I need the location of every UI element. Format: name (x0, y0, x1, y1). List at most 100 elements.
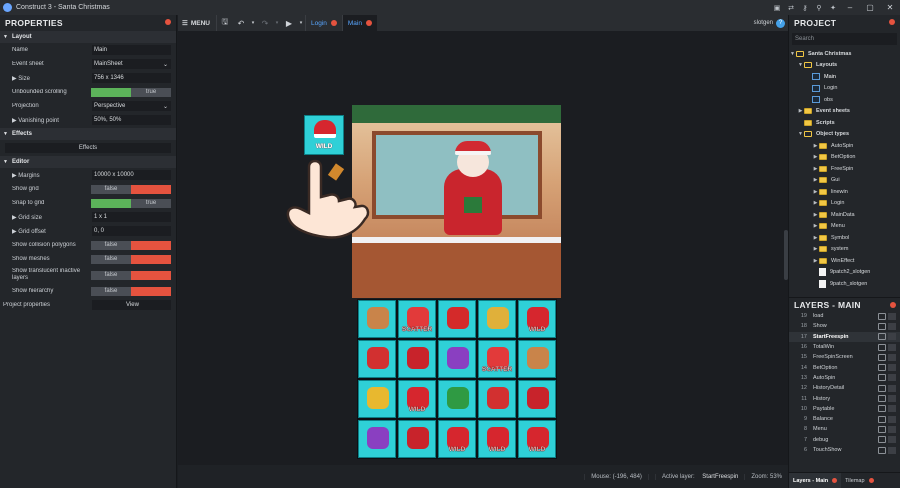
tree-event-sheets[interactable]: ▶ Event sheets (789, 106, 900, 118)
visibility-checkbox[interactable] (888, 384, 896, 392)
tree-object-folder[interactable]: ▶ AutoSpin (789, 140, 900, 152)
toggle-false-side[interactable]: false (91, 286, 131, 296)
lock-icon[interactable] (878, 364, 886, 372)
section-editor[interactable]: ▼ Editor (0, 156, 176, 168)
reel-cell[interactable]: WILD (438, 420, 476, 458)
layer-row[interactable]: 15 FreeSpinScreen (789, 352, 900, 362)
layer-row[interactable]: 7 debug (789, 435, 900, 445)
layer-row[interactable]: 9 Balance (789, 414, 900, 424)
visibility-checkbox[interactable] (888, 312, 896, 320)
visibility-checkbox[interactable] (888, 405, 896, 413)
snap-toggle[interactable]: true (91, 198, 171, 208)
lock-icon[interactable] (878, 405, 886, 413)
reel-cell[interactable]: SCATTER (478, 340, 516, 378)
lock-icon[interactable] (878, 436, 886, 444)
prop-grid-size-label-wrap[interactable]: ▶ Grid size (0, 214, 92, 221)
prop-grid-offset-field[interactable]: 0, 0 (92, 226, 171, 236)
layer-row[interactable]: 13 AutoSpin (789, 373, 900, 383)
tree-object-folder[interactable]: ▶ system (789, 244, 900, 256)
reel-cell[interactable]: SCATTER (398, 300, 436, 338)
reel-cell[interactable] (358, 420, 396, 458)
key-icon[interactable]: ⚷ (798, 4, 812, 12)
show-grid-toggle[interactable]: false (91, 184, 171, 194)
tree-object-file[interactable]: 9patch_slotgen (789, 278, 900, 290)
pointer-hand-sprite[interactable] (281, 157, 377, 241)
tree-object-folder[interactable]: ▶ Login (789, 198, 900, 210)
projection-select[interactable]: Perspective ⌄ (92, 101, 171, 111)
collision-toggle[interactable]: false (91, 240, 171, 250)
tree-root[interactable]: ▼ Santa Christmas (789, 48, 900, 60)
layer-row[interactable]: 16 TotalWin (789, 342, 900, 352)
toggle-true-side[interactable] (131, 270, 171, 280)
reel-cell[interactable] (518, 340, 556, 378)
background-scene[interactable] (352, 105, 561, 298)
effects-button[interactable]: Effects (5, 143, 171, 153)
prop-grid-size-field[interactable]: 1 x 1 (92, 212, 171, 222)
reel-cell[interactable] (478, 300, 516, 338)
unbounded-toggle[interactable]: true (91, 87, 171, 97)
layer-row[interactable]: 18 Show (789, 321, 900, 331)
reel-cell[interactable] (358, 300, 396, 338)
visibility-checkbox[interactable] (888, 364, 896, 372)
reel-cell[interactable] (398, 420, 436, 458)
minimize-icon[interactable]: – (840, 3, 860, 12)
maximize-icon[interactable]: ▢ (860, 3, 880, 12)
reel-cell[interactable] (358, 340, 396, 378)
close-icon[interactable]: ✕ (880, 3, 900, 12)
prop-size-field[interactable]: 756 x 1346 (92, 73, 171, 83)
tree-object-folder[interactable]: ▶ WinEffect (789, 255, 900, 267)
close-panel-dot[interactable] (165, 19, 171, 25)
lock-icon[interactable] (878, 333, 886, 341)
prop-size-label-wrap[interactable]: ▶ Size (0, 75, 92, 82)
reel-cell[interactable] (358, 380, 396, 418)
redo-dropdown-icon[interactable]: ▾ (273, 20, 281, 26)
layer-row[interactable]: 8 Menu (789, 424, 900, 434)
tree-object-folder[interactable]: ▶ Symbol (789, 232, 900, 244)
play-dropdown-icon[interactable]: ▾ (297, 20, 305, 26)
reel-cell[interactable]: WILD (518, 300, 556, 338)
tree-layout-main[interactable]: Main (789, 71, 900, 83)
close-tab-dot[interactable] (832, 478, 838, 483)
toggle-true-side[interactable] (131, 184, 171, 194)
visibility-checkbox[interactable] (888, 436, 896, 444)
reel-grid[interactable]: SCATTER WILD SCATTER WILD WILD WILD WILD (357, 299, 557, 459)
toggle-true-side[interactable] (131, 254, 171, 264)
lock-icon[interactable] (878, 343, 886, 351)
reel-cell[interactable] (438, 380, 476, 418)
help-icon[interactable]: ? (776, 18, 785, 28)
lock-icon[interactable] (878, 322, 886, 330)
layer-row[interactable]: 14 BetOption (789, 362, 900, 372)
reel-cell[interactable]: WILD (398, 380, 436, 418)
close-tab-dot[interactable] (365, 20, 372, 26)
reel-cell[interactable]: WILD (518, 420, 556, 458)
visibility-checkbox[interactable] (888, 322, 896, 330)
search-icon[interactable]: ⚲ (812, 4, 826, 12)
tree-object-folder[interactable]: ▶ linewin (789, 186, 900, 198)
lock-icon[interactable] (878, 415, 886, 423)
reel-cell[interactable] (518, 380, 556, 418)
section-effects[interactable]: ▼ Effects (0, 128, 176, 140)
prop-margins-field[interactable]: 10000 x 10000 (92, 170, 171, 180)
undo-dropdown-icon[interactable]: ▾ (249, 20, 257, 26)
prop-vanishing-label-wrap[interactable]: ▶ Vanishing point (0, 117, 92, 124)
toggle-true-side[interactable]: true (131, 87, 171, 97)
tree-layout-obs[interactable]: obs (789, 94, 900, 106)
reel-cell[interactable]: WILD (478, 420, 516, 458)
menu-button[interactable]: ☰ MENU (178, 15, 217, 31)
layer-row[interactable]: 19 load (789, 311, 900, 321)
meshes-toggle[interactable]: false (91, 254, 171, 264)
lock-icon[interactable] (878, 384, 886, 392)
toggle-true-side[interactable] (131, 240, 171, 250)
star-icon[interactable]: ✦ (826, 4, 840, 12)
lock-icon[interactable] (878, 312, 886, 320)
translucent-toggle[interactable]: false (91, 270, 171, 280)
prop-margins-label-wrap[interactable]: ▶ Margins (0, 172, 92, 179)
layout-canvas[interactable]: WILD SCATTER WILD SCATTER WILD WILD WILD WILD (178, 31, 788, 465)
prop-vanishing-field[interactable]: 50%, 50% (92, 115, 171, 125)
tree-object-folder[interactable]: ▶ MainData (789, 209, 900, 221)
section-layout[interactable]: ▼ Layout (0, 31, 176, 43)
lock-icon[interactable] (878, 353, 886, 361)
visibility-checkbox[interactable] (888, 343, 896, 351)
toggle-false-side[interactable]: false (91, 270, 131, 280)
layer-row[interactable]: 12 HistoryDetail (789, 383, 900, 393)
